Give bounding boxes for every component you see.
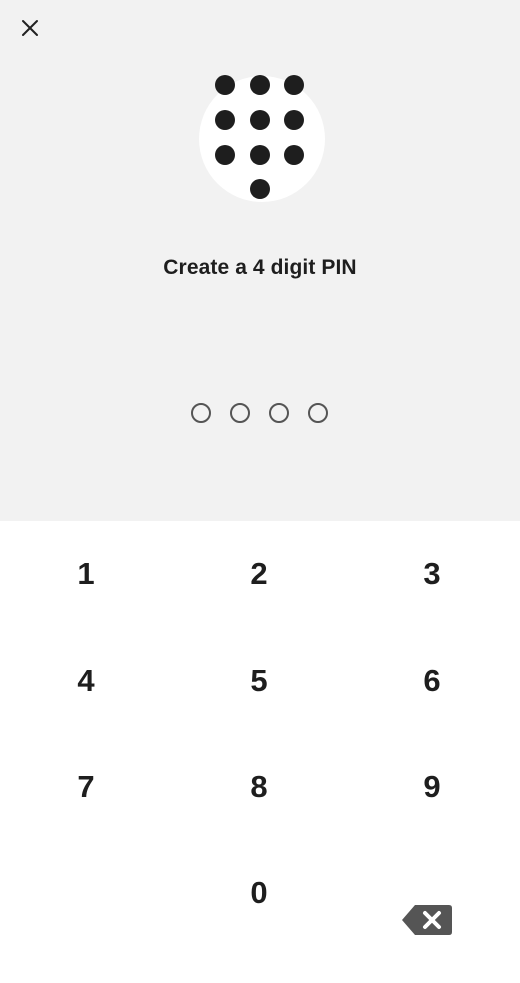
key-6[interactable]: 6 bbox=[372, 646, 492, 716]
pin-digit-indicator bbox=[230, 403, 250, 423]
pin-digit-indicator bbox=[308, 403, 328, 423]
key-9[interactable]: 9 bbox=[372, 752, 492, 822]
key-4[interactable]: 4 bbox=[26, 646, 146, 716]
key-1[interactable]: 1 bbox=[26, 539, 146, 609]
key-7[interactable]: 7 bbox=[26, 752, 146, 822]
key-2[interactable]: 2 bbox=[199, 539, 319, 609]
key-8[interactable]: 8 bbox=[199, 752, 319, 822]
backspace-button[interactable] bbox=[392, 893, 462, 947]
pin-digit-indicator bbox=[191, 403, 211, 423]
key-3[interactable]: 3 bbox=[372, 539, 492, 609]
pin-indicator-row bbox=[0, 403, 520, 425]
pin-header-area: Create a 4 digit PIN bbox=[0, 0, 520, 521]
key-5[interactable]: 5 bbox=[199, 646, 319, 716]
pin-digit-indicator bbox=[269, 403, 289, 423]
key-0[interactable]: 0 bbox=[199, 858, 319, 928]
page-title: Create a 4 digit PIN bbox=[163, 256, 357, 279]
keypad-dots-icon bbox=[199, 75, 325, 202]
close-button[interactable] bbox=[12, 10, 48, 46]
close-icon bbox=[22, 20, 38, 36]
backspace-icon bbox=[402, 905, 452, 935]
pin-setup-screen: Create a 4 digit PIN 1 2 3 4 5 6 7 8 9 0 bbox=[0, 0, 520, 983]
number-keypad: 1 2 3 4 5 6 7 8 9 0 bbox=[0, 521, 520, 983]
